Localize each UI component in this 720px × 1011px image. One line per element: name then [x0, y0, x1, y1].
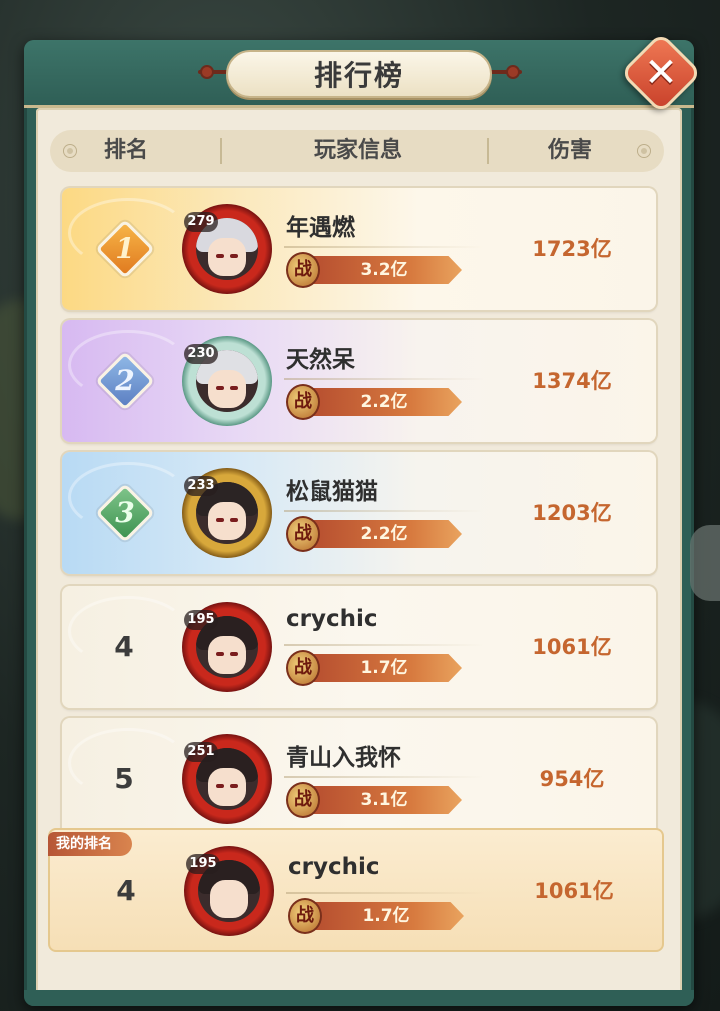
header-divider — [220, 138, 222, 164]
power-value: 2.2亿 — [360, 392, 408, 412]
player-name: 天然呆 — [286, 347, 355, 373]
level-badge: 251 — [184, 742, 218, 762]
header-player-info: 玩家信息 — [313, 138, 402, 163]
level-badge: 233 — [184, 476, 218, 496]
header-dot-icon — [638, 145, 650, 157]
level-badge: 279 — [184, 212, 218, 232]
damage-value: 1723亿 — [532, 237, 612, 261]
battle-power-icon: 战 — [286, 782, 320, 818]
rank-row-4[interactable]: 4 195 crychic 战 1.7亿 1061亿 — [62, 586, 656, 708]
rank-number: 2 — [115, 364, 135, 397]
rope-knot-icon — [506, 65, 520, 79]
level-badge: 195 — [186, 854, 220, 874]
close-icon[interactable]: ✕ — [632, 44, 690, 102]
rope-knot-icon — [200, 65, 214, 79]
power-value: 2.2亿 — [360, 524, 408, 544]
name-divider — [284, 776, 484, 778]
rank-number: 3 — [115, 496, 135, 529]
player-name: 年遇燃 — [286, 215, 355, 241]
rank-row-1[interactable]: 1 279 年遇燃战 3.2亿 1723亿 — [62, 188, 656, 310]
header-divider — [487, 138, 489, 164]
page-title: 排行榜 — [313, 59, 404, 92]
rank-number: 5 — [114, 762, 134, 795]
damage-value: 954亿 — [539, 767, 605, 791]
level-badge: 195 — [184, 610, 218, 630]
rank-row-3[interactable]: 3 233 松鼠猫猫战 2.2亿 1203亿 — [62, 452, 656, 574]
rank-number: 4 — [114, 630, 134, 663]
my-rank-card[interactable]: 4 195 crychic 战 1.7亿 1061亿 — [48, 828, 664, 952]
name-divider — [284, 246, 484, 248]
my-power-value: 1.7亿 — [362, 906, 410, 926]
player-name: crychic — [286, 606, 378, 632]
title-plaque: 排行榜 — [226, 50, 492, 98]
battle-power-icon: 战 — [286, 252, 320, 288]
my-player-name: crychic — [288, 854, 380, 880]
rank-row-2[interactable]: 2 230 天然呆战 2.2亿 1374亿 — [62, 320, 656, 442]
rank-row-5[interactable]: 5 251 青山入我怀战 3.1亿 954亿 — [62, 718, 656, 840]
damage-value: 1374亿 — [532, 369, 612, 393]
header-dot-icon — [64, 145, 76, 157]
power-value: 1.7亿 — [360, 658, 408, 678]
power-value: 3.2亿 — [360, 260, 408, 280]
battle-power-icon: 战 — [286, 384, 320, 420]
name-divider — [284, 510, 484, 512]
header-damage: 伤害 — [547, 138, 592, 163]
name-divider — [286, 892, 486, 894]
damage-value: 1203亿 — [532, 501, 612, 525]
player-name: 松鼠猫猫 — [286, 479, 378, 505]
power-value: 3.1亿 — [360, 790, 408, 810]
my-rank-tag: 我的排名 — [48, 832, 132, 856]
name-divider — [284, 644, 484, 646]
name-divider — [284, 378, 484, 380]
rank-number: 1 — [115, 232, 135, 265]
panel-bottom-frame — [24, 990, 694, 1006]
player-name: 青山入我怀 — [286, 745, 401, 771]
my-damage-value: 1061亿 — [534, 879, 614, 903]
battle-power-icon: 战 — [286, 516, 320, 552]
side-scroll-handle[interactable] — [690, 525, 720, 601]
level-badge: 230 — [184, 344, 218, 364]
header-rank: 排名 — [103, 138, 148, 163]
damage-value: 1061亿 — [532, 635, 612, 659]
battle-power-icon: 战 — [288, 898, 322, 934]
battle-power-icon: 战 — [286, 650, 320, 686]
table-header: 排名 玩家信息 伤害 — [50, 130, 664, 172]
